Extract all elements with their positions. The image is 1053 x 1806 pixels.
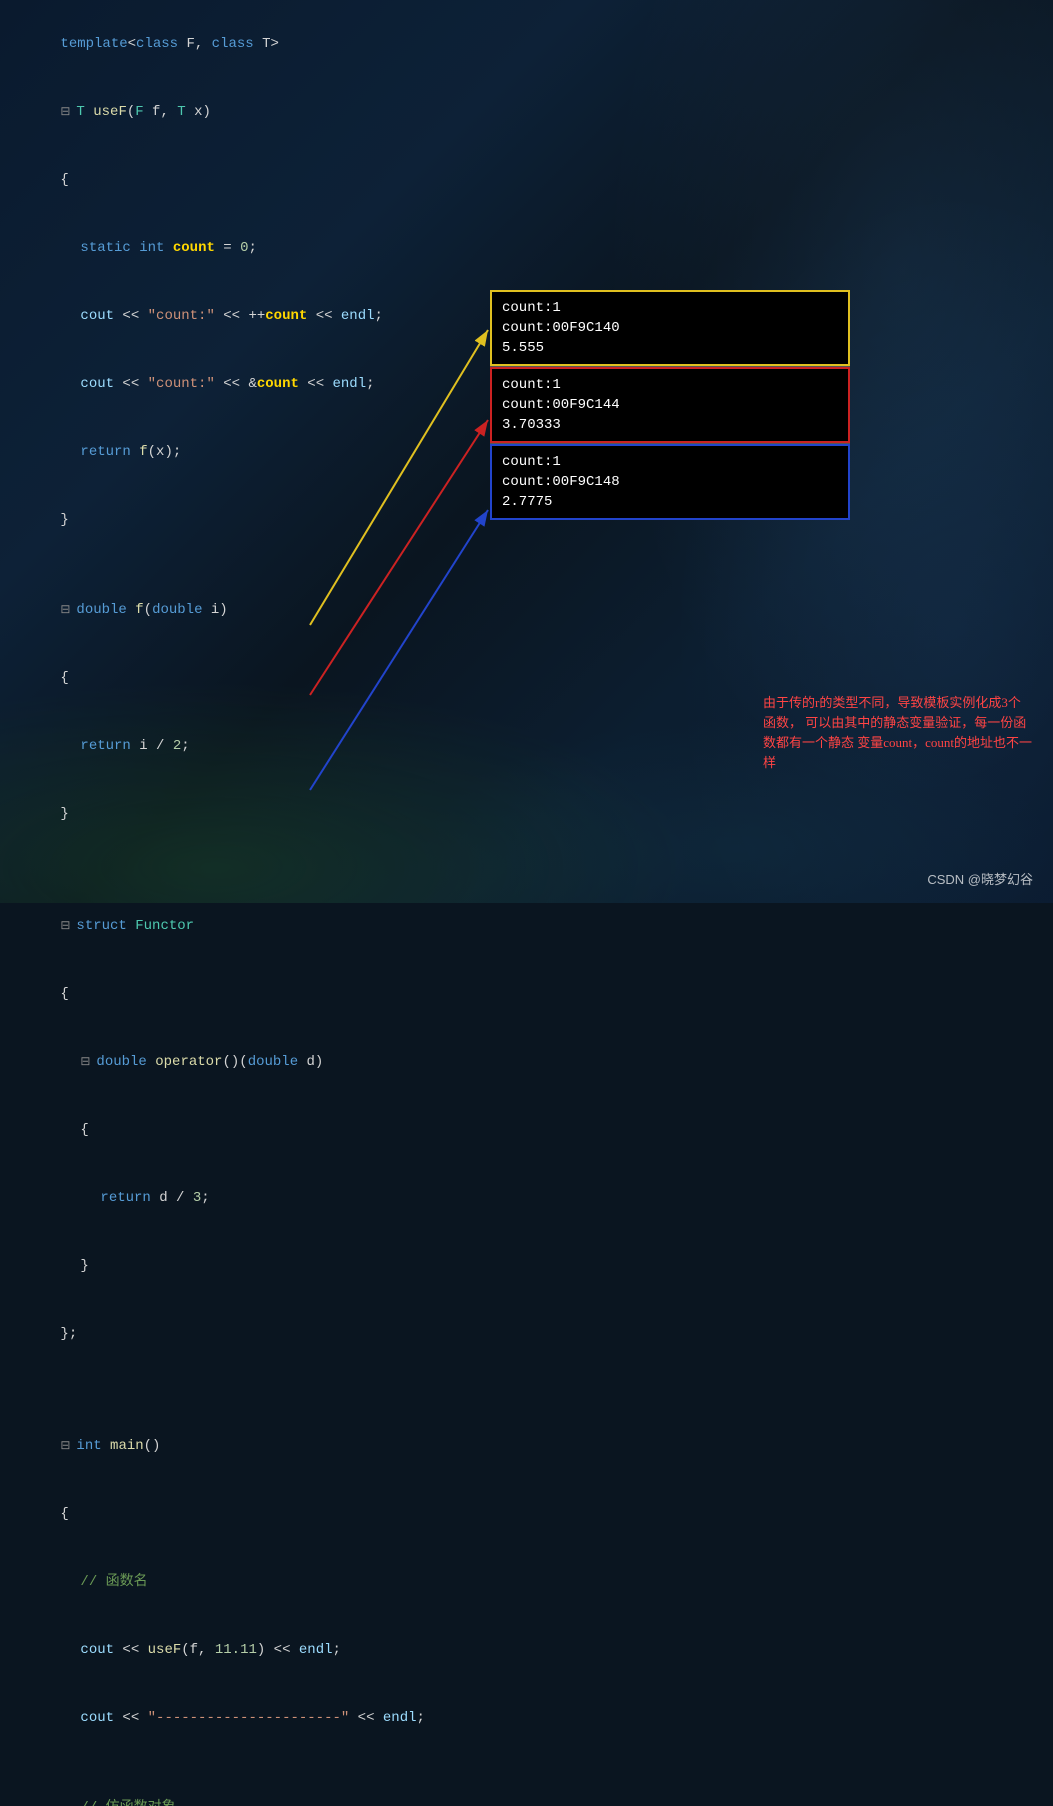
annotation-text: 由于传的r的类型不同，导致模板实例化成3个函数， 可以由其中的静态变量验证，每一… bbox=[763, 693, 1033, 773]
output-text-yellow: count:1 count:00F9C140 5.555 bbox=[502, 298, 838, 358]
code-line-25: // 仿函数对象 bbox=[0, 1774, 1053, 1806]
output-section-red: count:1 count:00F9C144 3.70333 bbox=[490, 367, 850, 443]
code-line-24: cout << "----------------------" << endl… bbox=[0, 1684, 1053, 1752]
output-section-blue: count:1 count:00F9C148 2.7775 bbox=[490, 444, 850, 520]
code-line-1: template<class F, class T> bbox=[0, 10, 1053, 78]
code-line-15: ⊟double operator()(double d) bbox=[0, 1028, 1053, 1096]
output-text-red: count:1 count:00F9C144 3.70333 bbox=[502, 375, 838, 435]
output-text-blue: count:1 count:00F9C148 2.7775 bbox=[502, 452, 838, 512]
code-line-9: ⊟double f(double i) bbox=[0, 576, 1053, 644]
code-line-2: ⊟T useF(F f, T x) bbox=[0, 78, 1053, 146]
code-line-empty4 bbox=[0, 1368, 1053, 1390]
code-line-22: // 函数名 bbox=[0, 1548, 1053, 1616]
code-line-empty2 bbox=[0, 848, 1053, 870]
code-line-empty1 bbox=[0, 554, 1053, 576]
output-popup: count:1 count:00F9C140 5.555 count:1 cou… bbox=[490, 290, 850, 520]
code-line-3: { bbox=[0, 146, 1053, 214]
code-line-empty6 bbox=[0, 1752, 1053, 1774]
code-line-empty3 bbox=[0, 870, 1053, 892]
code-line-16: { bbox=[0, 1096, 1053, 1164]
code-line-4: static int count = 0; bbox=[0, 214, 1053, 282]
code-line-12: } bbox=[0, 780, 1053, 848]
code-line-17: return d / 3; bbox=[0, 1164, 1053, 1232]
watermark: CSDN @晓梦幻谷 bbox=[927, 869, 1033, 888]
code-line-23: cout << useF(f, 11.11) << endl; bbox=[0, 1616, 1053, 1684]
code-line-14: { bbox=[0, 960, 1053, 1028]
code-line-13: ⊟struct Functor bbox=[0, 892, 1053, 960]
code-line-19: }; bbox=[0, 1300, 1053, 1368]
output-section-yellow: count:1 count:00F9C140 5.555 bbox=[490, 290, 850, 366]
code-line-18: } bbox=[0, 1232, 1053, 1300]
code-line-20: ⊟int main() bbox=[0, 1412, 1053, 1480]
code-line-empty5 bbox=[0, 1390, 1053, 1412]
code-line-21: { bbox=[0, 1480, 1053, 1548]
